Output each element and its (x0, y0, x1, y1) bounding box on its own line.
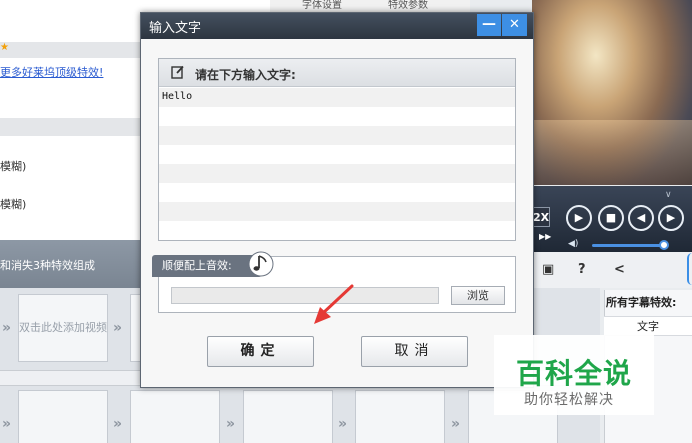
minimize-button[interactable]: — (477, 14, 501, 36)
video-slot[interactable] (355, 390, 445, 443)
help-icon[interactable]: ? (578, 262, 586, 277)
double-chevron-icon: » (113, 416, 123, 432)
double-chevron-icon: » (113, 320, 123, 336)
volume-slider[interactable] (592, 244, 666, 247)
next-icon[interactable]: ▶ (658, 205, 684, 231)
text-input-panel: 请在下方输入文字: Hello (158, 58, 516, 241)
fast-forward-icon[interactable]: ▶▶ (539, 232, 551, 241)
double-chevron-icon: » (2, 320, 12, 336)
video-slot[interactable] (130, 390, 220, 443)
prev-icon[interactable]: ◀ (628, 205, 654, 231)
chevron-down-icon[interactable]: ∨ (665, 190, 672, 200)
text-panel-label: 请在下方输入文字: (195, 68, 296, 82)
volume-icon[interactable]: ◀) (568, 239, 578, 249)
text-panel-header: 请在下方输入文字: (159, 59, 515, 87)
watermark-subtitle: 助你轻松解决 (524, 392, 614, 408)
share-icon[interactable]: < (614, 262, 625, 277)
speed-button[interactable]: 2X (532, 207, 550, 227)
cancel-button[interactable]: 取消 (361, 336, 468, 367)
star-icon: ★ (0, 42, 9, 53)
play-icon[interactable]: ▶ (566, 205, 592, 231)
effects-panel-title: 所有字幕特效: (606, 296, 677, 309)
close-button[interactable]: ✕ (502, 14, 527, 36)
dialog-titlebar[interactable]: 输入文字 — ✕ (141, 13, 533, 39)
video-slot[interactable] (18, 390, 108, 443)
video-slot[interactable] (243, 390, 333, 443)
watermark-logo: 百科全说 助你轻松解决 (494, 335, 654, 415)
toolbar (532, 252, 692, 288)
add-video-hint[interactable]: 双击此处添加视频 (18, 294, 108, 362)
double-chevron-icon: » (2, 416, 12, 432)
double-chevron-icon: » (338, 416, 348, 432)
double-chevron-icon: » (451, 416, 461, 432)
edit-icon (171, 65, 184, 79)
effect-item-label[interactable]: 模糊) (0, 196, 26, 212)
volume-slider-handle[interactable] (659, 240, 669, 250)
effect-item-label[interactable]: 模糊) (0, 158, 26, 174)
more-effects-link[interactable]: 更多好莱坞顶级特效! (0, 64, 103, 80)
side-handle[interactable] (687, 253, 692, 285)
save-icon[interactable]: ▣ (542, 262, 554, 277)
browse-button[interactable]: 浏览 (451, 286, 505, 305)
effects-list-item[interactable]: 文字 (604, 316, 692, 336)
music-note-icon (248, 251, 274, 277)
watermark-title: 百科全说 (516, 357, 633, 390)
text-input-value: Hello (162, 91, 193, 102)
dialog-title: 输入文字 (149, 21, 202, 36)
text-input-area[interactable]: Hello (159, 88, 515, 240)
video-preview (532, 0, 692, 185)
sound-effect-label: 顺便配上音效: (152, 255, 262, 277)
stop-icon[interactable]: ■ (598, 205, 624, 231)
ok-button[interactable]: 确定 (207, 336, 314, 367)
double-chevron-icon: » (226, 416, 236, 432)
red-arrow-annotation (314, 284, 354, 324)
